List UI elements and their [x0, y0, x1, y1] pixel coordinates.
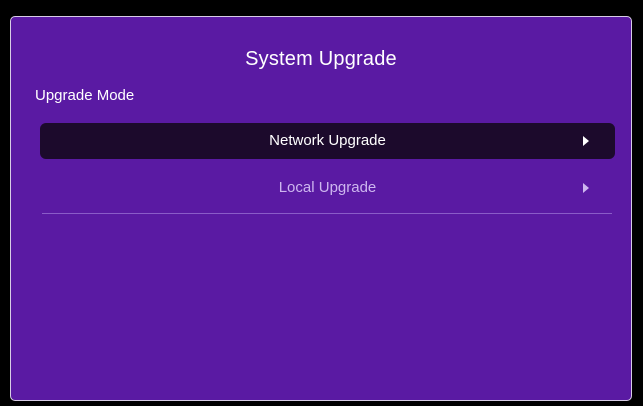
menu-divider: [42, 213, 612, 214]
page-title: System Upgrade: [245, 48, 397, 70]
menu-item-network-upgrade[interactable]: Network Upgrade: [40, 123, 615, 159]
system-upgrade-dialog: System Upgrade Upgrade Mode Network Upgr…: [10, 16, 632, 401]
upgrade-mode-label: Upgrade Mode: [35, 87, 135, 104]
menu-item-label: Network Upgrade: [269, 132, 386, 149]
chevron-right-icon: [583, 183, 589, 193]
menu-item-local-upgrade[interactable]: Local Upgrade: [40, 170, 615, 206]
menu-item-label: Local Upgrade: [278, 179, 377, 196]
chevron-right-icon: [583, 136, 589, 146]
